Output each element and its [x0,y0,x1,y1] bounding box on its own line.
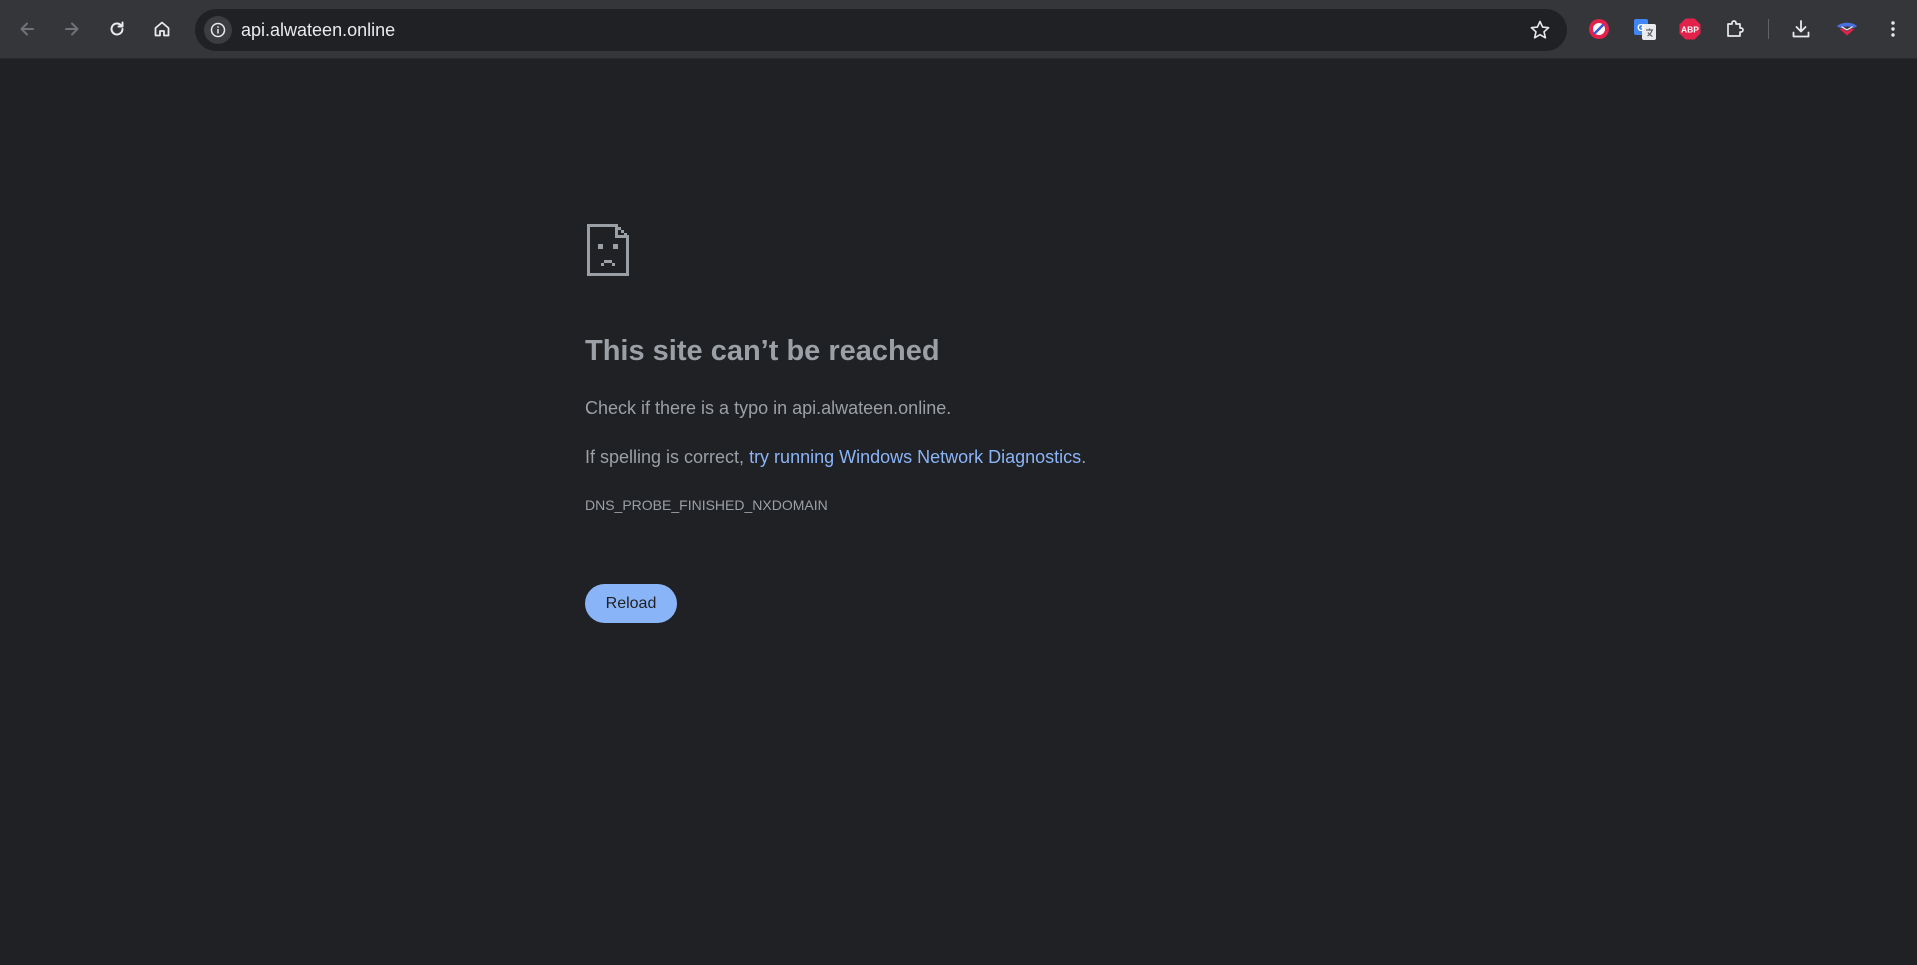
info-icon [210,22,226,38]
error-content: This site can’t be reached Check if ther… [585,222,1345,623]
typo-message: Check if there is a typo in api.alwateen… [585,398,952,418]
spelling-prefix: If spelling is correct, [585,447,750,467]
profile-button[interactable] [1835,17,1859,41]
extensions-button[interactable] [1723,17,1747,41]
blocker-extension-icon [1589,19,1609,39]
abp-label: ABP [1681,25,1699,35]
browser-toolbar: api.alwateen.online G ABP [0,0,1917,59]
url-text[interactable]: api.alwateen.online [241,9,395,51]
sad-page-icon [587,224,629,276]
translate-glyph: G [1637,23,1645,34]
home-icon [154,21,170,37]
reload-button[interactable]: Reload [585,584,677,623]
kebab-menu-icon [1891,21,1895,37]
error-code: DNS_PROBE_FINISHED_NXDOMAIN [585,497,828,513]
forward-arrow-icon [65,22,79,36]
address-bar[interactable]: api.alwateen.online [195,9,1567,51]
back-arrow-icon [20,22,34,36]
bookmark-button[interactable] [1529,19,1551,46]
adblock-plus-icon: ABP [1679,18,1701,40]
google-translate-button[interactable]: G [1633,17,1657,41]
reload-toolbar-button[interactable] [99,11,135,47]
blocker-extension-button[interactable] [1587,17,1611,41]
browser-menu-button[interactable] [1881,17,1905,41]
spelling-message: If spelling is correct, try running Wind… [585,447,1086,468]
profile-avatar-icon [1836,22,1858,36]
toolbar-separator [1768,19,1769,39]
home-button[interactable] [144,11,180,47]
site-info-button[interactable] [204,16,232,44]
downloads-button[interactable] [1789,17,1813,41]
download-icon [1792,20,1810,38]
error-title: This site can’t be reached [585,335,940,367]
star-icon [1530,20,1550,39]
forward-button[interactable] [54,11,90,47]
back-button[interactable] [9,11,45,47]
reload-icon [110,21,124,36]
network-diagnostics-link[interactable]: try running Windows Network Diagnostics [749,447,1081,467]
adblock-plus-button[interactable]: ABP [1678,17,1702,41]
spelling-suffix: . [1081,447,1087,467]
google-translate-icon: G [1634,19,1656,40]
extensions-puzzle-icon [1727,20,1744,37]
